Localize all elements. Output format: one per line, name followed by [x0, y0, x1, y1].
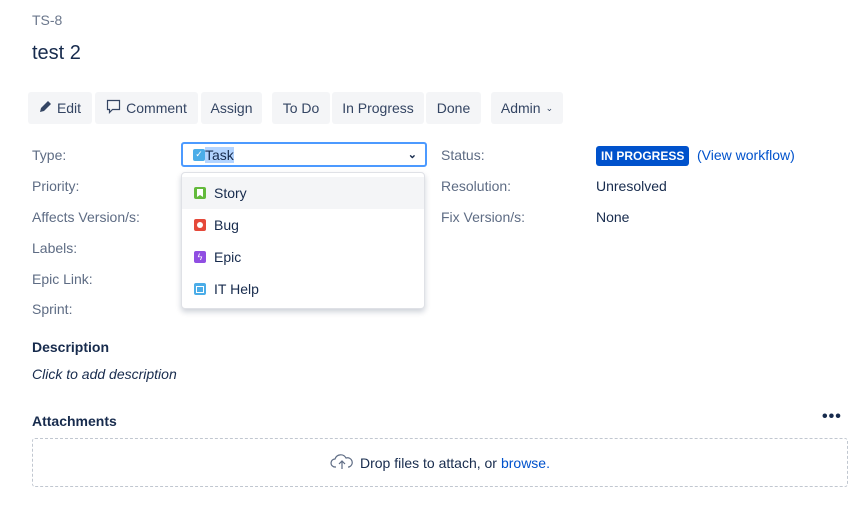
priority-label: Priority: — [32, 178, 80, 194]
story-icon — [194, 187, 206, 199]
type-select-value: Task — [205, 146, 234, 163]
sprint-label: Sprint: — [32, 301, 73, 317]
option-label: Epic — [214, 249, 242, 265]
attachments-heading: Attachments — [32, 413, 117, 429]
view-workflow-link[interactable]: (View workflow) — [697, 147, 795, 163]
description-placeholder[interactable]: Click to add description — [32, 366, 177, 382]
fix-version-value: None — [596, 209, 630, 225]
status-badge: IN PROGRESS — [596, 146, 690, 166]
task-icon: ✓ — [193, 148, 205, 161]
bug-icon — [194, 219, 206, 231]
type-dropdown: Story Bug ϟ Epic IT Help — [181, 172, 425, 309]
more-options-icon[interactable]: ••• — [822, 408, 842, 426]
lightning-icon: ϟ — [194, 251, 206, 263]
to-do-button[interactable]: To Do — [272, 92, 330, 124]
assign-button[interactable]: Assign — [201, 92, 262, 124]
drop-text: Drop files to attach, or — [360, 454, 497, 471]
epic-link-label: Epic Link: — [32, 271, 93, 287]
done-button[interactable]: Done — [426, 92, 481, 124]
type-option-it-help[interactable]: IT Help — [182, 273, 424, 305]
admin-label: Admin — [500, 100, 541, 116]
cloud-upload-icon — [330, 452, 354, 473]
option-label: IT Help — [214, 281, 259, 297]
chevron-down-icon: ⌄ — [407, 149, 417, 161]
attachment-dropzone[interactable]: Drop files to attach, or browse. — [32, 438, 848, 487]
browse-link[interactable]: browse. — [501, 455, 550, 471]
fix-version-label: Fix Version/s: — [441, 209, 526, 225]
option-label: Story — [214, 185, 247, 201]
admin-button[interactable]: Admin ⌄ — [491, 92, 563, 124]
type-option-story[interactable]: Story — [182, 177, 424, 209]
type-option-epic[interactable]: ϟ Epic — [182, 241, 424, 273]
resolution-label: Resolution: — [441, 178, 512, 194]
option-label: Bug — [214, 217, 239, 233]
type-option-bug[interactable]: Bug — [182, 209, 424, 241]
edit-button[interactable]: Edit — [28, 92, 92, 124]
comment-icon — [106, 99, 121, 117]
comment-button[interactable]: Comment — [95, 92, 198, 124]
comment-label: Comment — [126, 100, 187, 116]
description-heading: Description — [32, 339, 110, 355]
affects-version-label: Affects Version/s: — [32, 209, 140, 225]
pencil-icon — [39, 100, 52, 116]
in-progress-button[interactable]: In Progress — [332, 92, 424, 124]
edit-label: Edit — [56, 100, 82, 116]
status-label: Status: — [441, 147, 485, 163]
type-select[interactable]: ✓ Task ⌄ — [181, 142, 427, 167]
page-title[interactable]: test 2 — [32, 42, 81, 65]
monitor-icon — [194, 283, 206, 295]
type-label: Type: — [32, 147, 67, 163]
resolution-value: Unresolved — [596, 178, 667, 194]
issue-key[interactable]: TS-8 — [32, 12, 62, 28]
labels-label: Labels: — [32, 240, 78, 256]
chevron-down-icon: ⌄ — [545, 102, 554, 113]
